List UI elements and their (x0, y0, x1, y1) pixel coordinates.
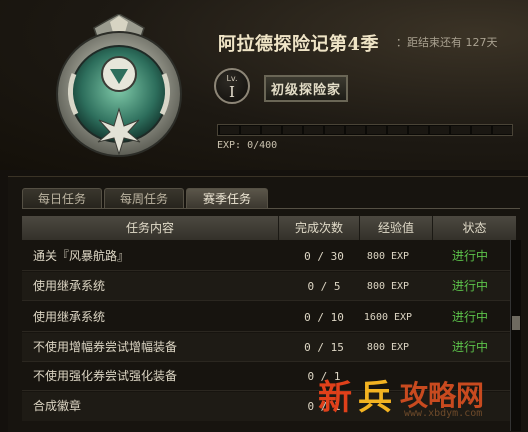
header-quest: 任务内容 (125, 221, 174, 235)
watermark-url: www.xbdym.com (404, 408, 483, 419)
tab-weekly[interactable]: 每周任务 (104, 188, 184, 209)
header-count: 完成次数 (294, 221, 343, 235)
exp-bar-segment (388, 126, 407, 134)
quest-name: 使用继承系统 (33, 310, 106, 324)
exp-progress-bar (217, 124, 513, 136)
tab-daily[interactable]: 每日任务 (22, 188, 102, 209)
exp-bar-segment (283, 126, 302, 134)
exp-bar-segment (430, 126, 449, 134)
exp-bar-segment (493, 126, 512, 134)
row-divider (22, 270, 510, 271)
scrollbar-thumb[interactable] (512, 316, 520, 330)
quest-name: 合成徽章 (33, 399, 82, 413)
quest-name: 使用继承系统 (33, 279, 106, 293)
table-row: 不使用增幅券尝试增幅装备 0 / 15 800 EXP 进行中 (22, 333, 510, 362)
exp-text: EXP: 0/400 (217, 140, 278, 151)
watermark-xin: 新 (318, 378, 352, 418)
exp-bar-segment (262, 126, 281, 134)
header-exp: 经验值 (377, 221, 414, 235)
quest-name: 通关『风暴航路』 (33, 249, 130, 263)
quest-status: 进行中 (451, 249, 488, 263)
row-divider (22, 331, 510, 332)
quest-name: 不使用增幅券尝试增幅装备 (33, 340, 178, 354)
tab-season[interactable]: 赛季任务 (186, 188, 268, 209)
season-title: 阿拉德探险记第4季 (218, 34, 380, 55)
quest-exp: 800 EXP (366, 342, 410, 353)
site-watermark: 新 兵 攻略网 www.xbdym.com (300, 368, 528, 431)
exp-bar-segment (367, 126, 386, 134)
quest-exp: 800 EXP (366, 251, 410, 262)
quest-name: 不使用强化券尝试强化装备 (33, 369, 178, 383)
header-status: 状态 (462, 221, 487, 235)
season-remaining-time: ：距结束还有 127天 (396, 36, 498, 49)
table-row: 使用继承系统 0 / 5 800 EXP 进行中 (22, 272, 510, 301)
table-row: 使用继承系统 0 / 10 1600 EXP 进行中 (22, 303, 510, 332)
exp-bar-segment (409, 126, 428, 134)
table-row: 通关『风暴航路』 0 / 30 800 EXP 进行中 (22, 242, 510, 271)
exp-bar-segment (241, 126, 260, 134)
watermark-bing: 兵 (358, 378, 392, 418)
rank-title: 初级探险家 (264, 75, 349, 102)
quest-exp: 1600 EXP (363, 312, 413, 323)
exp-bar-segment (325, 126, 344, 134)
exp-bar-segment (472, 126, 491, 134)
season-header: 阿拉德探险记第4季 ：距结束还有 127天 Lv. I 初级探险家 EXP: 0… (0, 0, 528, 170)
level-label: Lv. (226, 74, 238, 83)
exp-bar-segment (220, 126, 239, 134)
exp-bar-segment (304, 126, 323, 134)
exp-bar-segment (451, 126, 470, 134)
quest-status: 进行中 (451, 279, 488, 293)
exp-bar-segment (346, 126, 365, 134)
quest-status: 进行中 (451, 310, 488, 324)
row-divider (22, 300, 510, 301)
level-value: I (229, 83, 235, 101)
level-badge: Lv. I (214, 68, 250, 104)
table-header: 任务内容 完成次数 经验值 状态 (22, 216, 516, 240)
quest-exp: 800 EXP (366, 281, 410, 292)
tab-divider (22, 208, 520, 209)
quest-status: 进行中 (451, 340, 488, 354)
season-emblem-icon (56, 14, 182, 157)
